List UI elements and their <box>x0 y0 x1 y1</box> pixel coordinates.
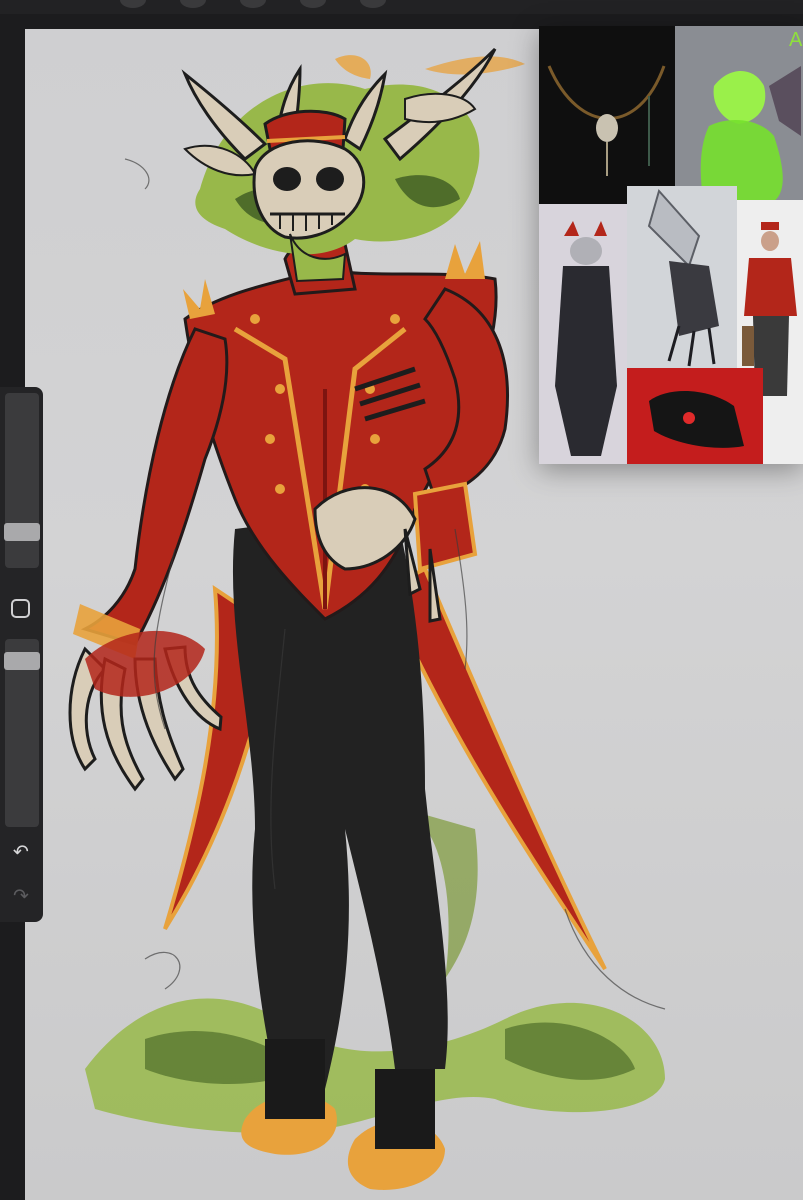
toolbar-button-transform[interactable] <box>360 0 386 8</box>
square-modifier-icon[interactable] <box>11 599 30 618</box>
reference-images: AC <box>539 26 803 464</box>
brush-size-slider[interactable] <box>5 393 39 568</box>
reference-label: AC <box>789 29 803 51</box>
toolbar-button-actions[interactable] <box>180 0 206 8</box>
reference-board[interactable]: AC <box>539 26 803 464</box>
top-toolbar <box>0 0 803 14</box>
brush-size-thumb[interactable] <box>4 523 40 541</box>
opacity-thumb[interactable] <box>4 652 40 670</box>
arm-left <box>80 327 229 646</box>
undo-arrow-icon[interactable]: ↶ <box>8 839 34 865</box>
toolbar-button-gallery[interactable] <box>120 0 146 8</box>
brush-sidebar: ↶ ↷ <box>0 387 43 922</box>
toolbar-button-selection[interactable] <box>300 0 326 8</box>
toolbar-button-adjustments[interactable] <box>240 0 266 8</box>
redo-arrow-icon[interactable]: ↷ <box>8 883 34 909</box>
